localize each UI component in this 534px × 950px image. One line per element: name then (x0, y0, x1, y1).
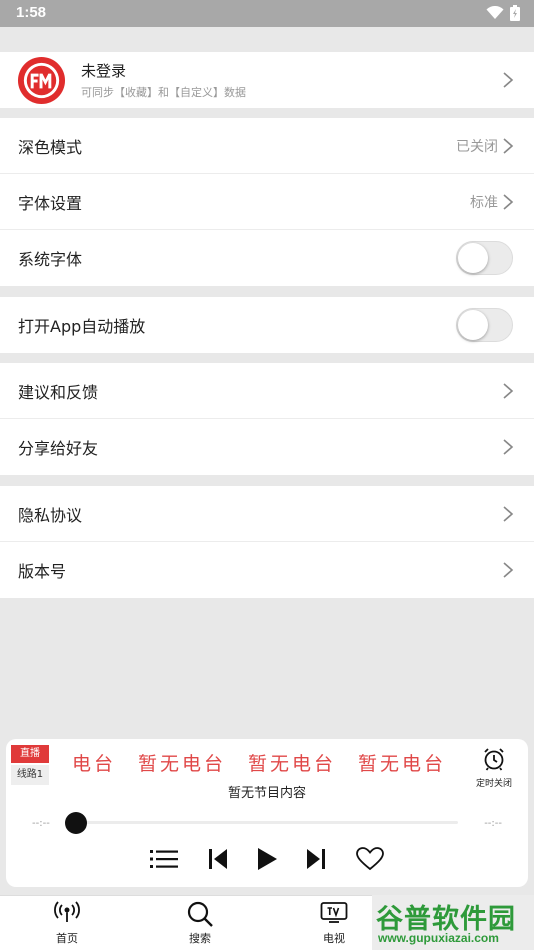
dark-mode-label: 深色模式 (18, 138, 83, 157)
alarm-clock-icon (484, 748, 504, 771)
play-icon[interactable] (255, 847, 279, 871)
sync-hint: 可同步【收藏】和【自定义】数据 (81, 86, 246, 99)
chevron-right-icon (503, 194, 514, 210)
dark-mode-value: 已关闭 (456, 139, 498, 155)
auto-play-row: 打开App自动播放 (0, 297, 534, 353)
autoplay-group: 打开App自动播放 (0, 297, 534, 353)
fm-logo-avatar (17, 56, 66, 105)
feedback-group: 建议和反馈 分享给好友 (0, 363, 534, 475)
tab-tv-label: 电视 (323, 932, 345, 945)
auto-play-label: 打开App自动播放 (18, 317, 146, 336)
tab-search-label: 搜索 (189, 932, 211, 945)
profile-card[interactable]: 未登录 可同步【收藏】和【自定义】数据 (0, 52, 534, 108)
wifi-icon (486, 6, 504, 19)
search-icon (187, 901, 213, 927)
chevron-right-icon (503, 383, 514, 399)
status-time: 1:58 (16, 4, 47, 21)
login-status: 未登录 (81, 62, 127, 80)
playlist-icon[interactable] (150, 847, 178, 871)
version-label: 版本号 (18, 562, 67, 581)
share-row[interactable]: 分享给好友 (0, 419, 534, 475)
system-font-row: 系统字体 (0, 230, 534, 286)
watermark: 谷普软件园 www.gupuxiazai.com (372, 895, 534, 950)
chevron-right-icon (503, 506, 514, 522)
toggle-knob (458, 310, 488, 340)
font-settings-label: 字体设置 (18, 194, 83, 213)
appearance-group: 深色模式 已关闭 字体设置 标准 系统字体 (0, 118, 534, 286)
chevron-right-icon (503, 562, 514, 578)
version-row[interactable]: 版本号 (0, 542, 534, 598)
feedback-row[interactable]: 建议和反馈 (0, 363, 534, 419)
battery-icon (510, 5, 520, 21)
program-info: 暂无节目内容 (227, 786, 306, 801)
about-group: 隐私协议 版本号 (0, 486, 534, 598)
privacy-row[interactable]: 隐私协议 (0, 486, 534, 542)
font-settings-row[interactable]: 字体设置 标准 (0, 174, 534, 230)
chevron-right-icon (503, 138, 514, 154)
tab-home-label: 首页 (56, 932, 78, 945)
heart-icon[interactable] (356, 847, 384, 871)
mini-player: 直播 线路1 电台暂无电台暂无电台暂无电台暂 定时关闭 暂无节目内容 --:--… (6, 739, 528, 887)
share-label: 分享给好友 (18, 439, 99, 458)
station-marquee: 电台暂无电台暂无电台暂无电台暂 (72, 749, 464, 779)
feedback-label: 建议和反馈 (18, 383, 99, 402)
elapsed-time: --:-- (32, 818, 50, 829)
previous-icon[interactable] (207, 847, 229, 871)
next-icon[interactable] (305, 847, 327, 871)
system-font-label: 系统字体 (18, 250, 83, 269)
dark-mode-row[interactable]: 深色模式 已关闭 (0, 118, 534, 174)
system-font-toggle[interactable] (456, 241, 513, 275)
live-badge: 直播 (11, 745, 49, 763)
marquee-item: 电台 (72, 753, 117, 775)
tv-icon (320, 902, 348, 923)
tab-home[interactable]: 首页 (32, 900, 102, 946)
tab-tv[interactable]: 电视 (299, 900, 369, 946)
chevron-right-icon (503, 439, 514, 455)
marquee-item: 暂无电台 (248, 753, 337, 775)
seek-handle[interactable] (65, 812, 87, 834)
status-icons (486, 5, 520, 21)
tab-search[interactable]: 搜索 (165, 900, 235, 946)
total-time: --:-- (484, 818, 502, 829)
toggle-knob (458, 243, 488, 273)
radio-broadcast-icon (54, 901, 80, 922)
privacy-label: 隐私协议 (18, 506, 83, 525)
auto-play-toggle[interactable] (456, 308, 513, 342)
seek-bar[interactable] (72, 821, 458, 824)
marquee-item: 暂无电台 (138, 753, 227, 775)
status-bar: 1:58 (0, 0, 534, 27)
chevron-right-icon (503, 72, 514, 88)
font-settings-value: 标准 (470, 195, 498, 211)
watermark-url: www.gupuxiazai.com (378, 931, 499, 945)
marquee-item: 暂无电台 (358, 753, 447, 775)
